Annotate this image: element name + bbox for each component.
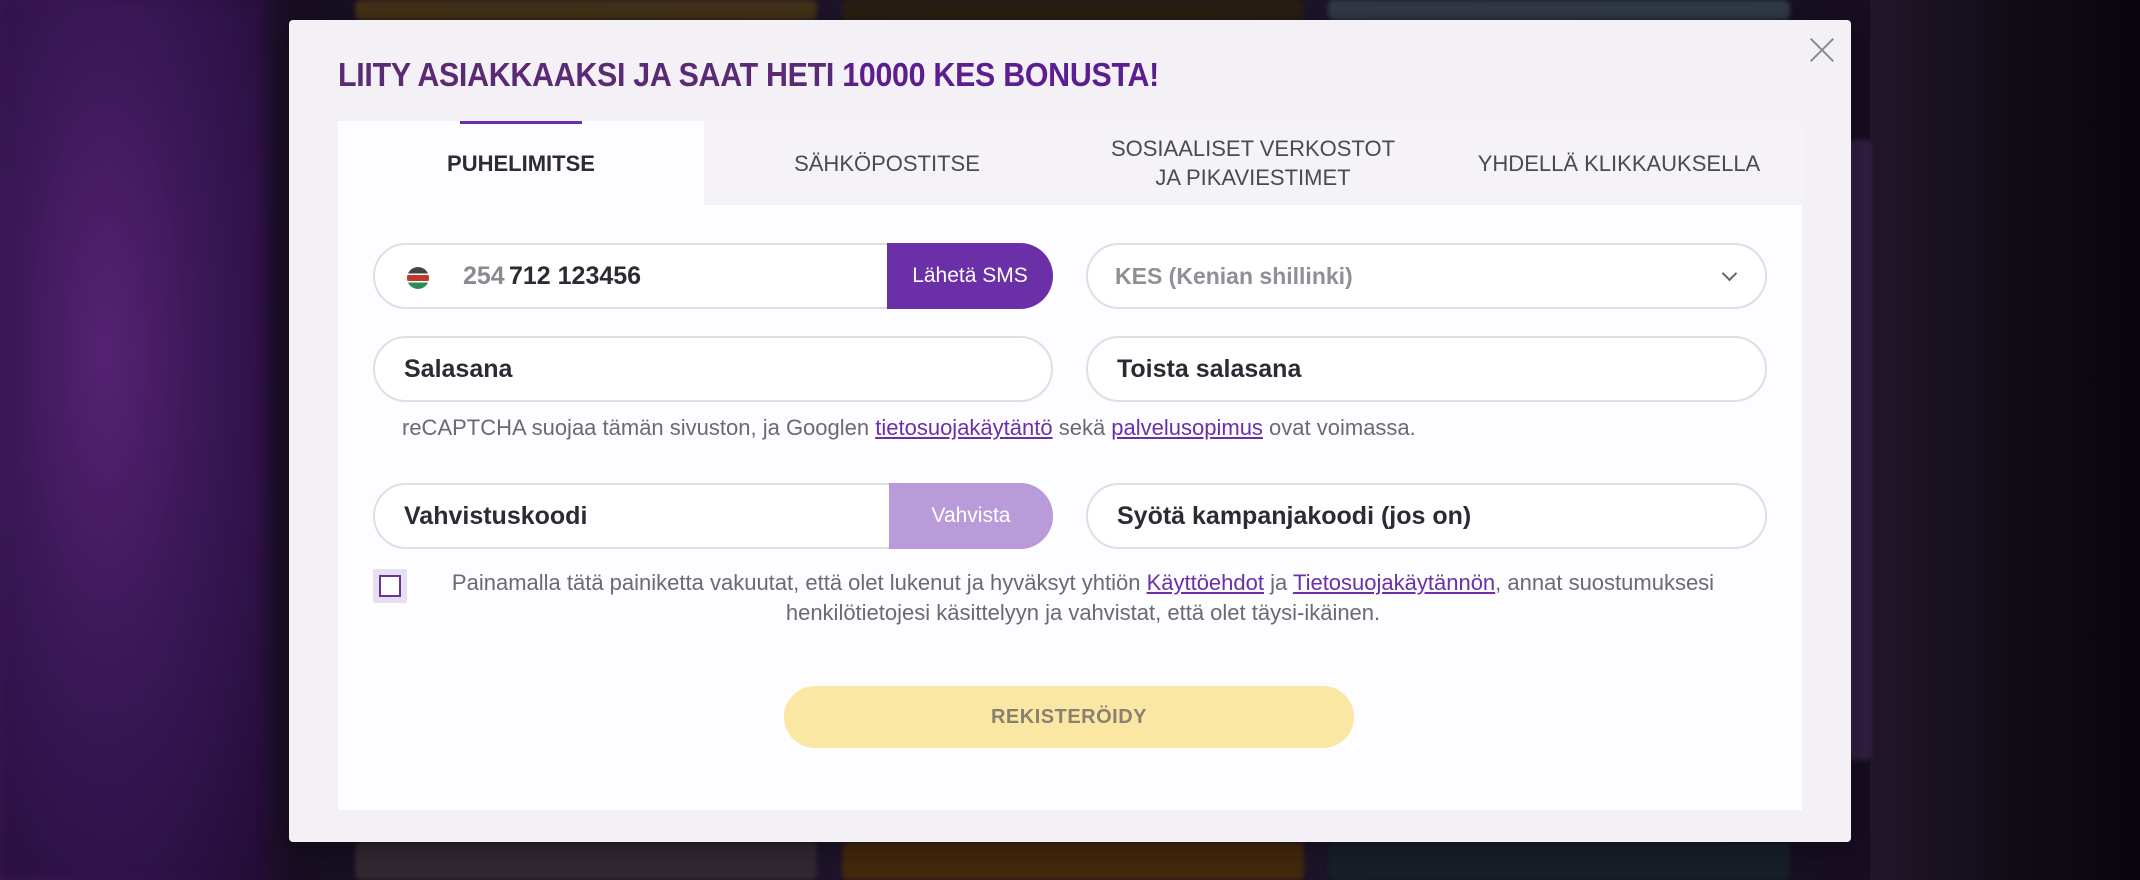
close-icon[interactable] — [1805, 32, 1839, 66]
promo-code-field[interactable]: Syötä kampanjakoodi (jos on) — [1086, 483, 1767, 549]
terms-of-service-link[interactable]: palvelusopimus — [1111, 415, 1263, 440]
password-field[interactable]: Salasana — [373, 336, 1053, 402]
verification-code-field[interactable]: Vahvistuskoodi Vahvista — [373, 483, 1053, 549]
phone-field[interactable]: 254 712 123456 Lähetä SMS — [373, 243, 1053, 309]
recaptcha-notice: reCAPTCHA suojaa tämän sivuston, ja Goog… — [402, 415, 1416, 441]
registration-panel: PUHELIMITSE SÄHKÖPOSTITSE SOSIAALISET VE… — [338, 121, 1802, 810]
phone-number-input[interactable]: 712 123456 — [509, 245, 641, 307]
tab-email[interactable]: SÄHKÖPOSTITSE — [704, 121, 1070, 205]
privacy-policy-link[interactable]: tietosuojakäytäntö — [875, 415, 1052, 440]
recaptcha-text: reCAPTCHA suojaa tämän sivuston, ja Goog… — [402, 415, 876, 440]
registration-modal: LIITY ASIAKKAAKSI JA SAAT HETI 10000 KES… — [289, 20, 1851, 842]
terms-text: Painamalla tätä painiketta vakuutat, ett… — [428, 568, 1738, 628]
chevron-down-icon — [1721, 265, 1738, 282]
register-button[interactable]: REKISTERÖIDY — [784, 686, 1354, 748]
title-bonus-text: 10000 KES BONUSTA! — [842, 56, 1159, 93]
terms-link[interactable]: Käyttöehdot — [1147, 570, 1264, 595]
currency-value: KES (Kenian shillinki) — [1115, 263, 1353, 289]
repeat-password-field[interactable]: Toista salasana — [1086, 336, 1767, 402]
currency-select[interactable]: KES (Kenian shillinki) — [1086, 243, 1767, 309]
tab-social[interactable]: SOSIAALISET VERKOSTOT JA PIKAVIESTIMET — [1070, 121, 1436, 205]
send-sms-button[interactable]: Lähetä SMS — [887, 243, 1053, 309]
privacy-link[interactable]: Tietosuojakäytännön — [1293, 570, 1495, 595]
tab-one-click[interactable]: YHDELLÄ KLIKKAUKSELLA — [1436, 121, 1802, 205]
recaptcha-text: sekä — [1052, 415, 1112, 440]
terms-text-part: Painamalla tätä painiketta vakuutat, ett… — [451, 570, 1147, 595]
kenya-flag-icon[interactable] — [407, 267, 429, 289]
title-text: LIITY ASIAKKAAKSI JA SAAT HETI — [338, 56, 843, 93]
promo-placeholder: Syötä kampanjakoodi (jos on) — [1117, 502, 1472, 530]
phone-prefix: 254 — [463, 262, 505, 290]
tab-phone[interactable]: PUHELIMITSE — [338, 121, 704, 205]
terms-checkbox[interactable] — [373, 569, 407, 603]
registration-method-tabs: PUHELIMITSE SÄHKÖPOSTITSE SOSIAALISET VE… — [338, 121, 1802, 205]
verify-button[interactable]: Vahvista — [889, 483, 1053, 549]
verification-placeholder: Vahvistuskoodi — [404, 502, 588, 530]
password-placeholder: Salasana — [404, 355, 513, 383]
repeat-password-placeholder: Toista salasana — [1117, 355, 1302, 383]
terms-text-part: ja — [1264, 570, 1293, 595]
recaptcha-text: ovat voimassa. — [1262, 415, 1416, 440]
page-title: LIITY ASIAKKAAKSI JA SAAT HETI 10000 KES… — [338, 56, 1159, 94]
tab-social-label: SOSIAALISET VERKOSTOT JA PIKAVIESTIMET — [1110, 136, 1396, 190]
